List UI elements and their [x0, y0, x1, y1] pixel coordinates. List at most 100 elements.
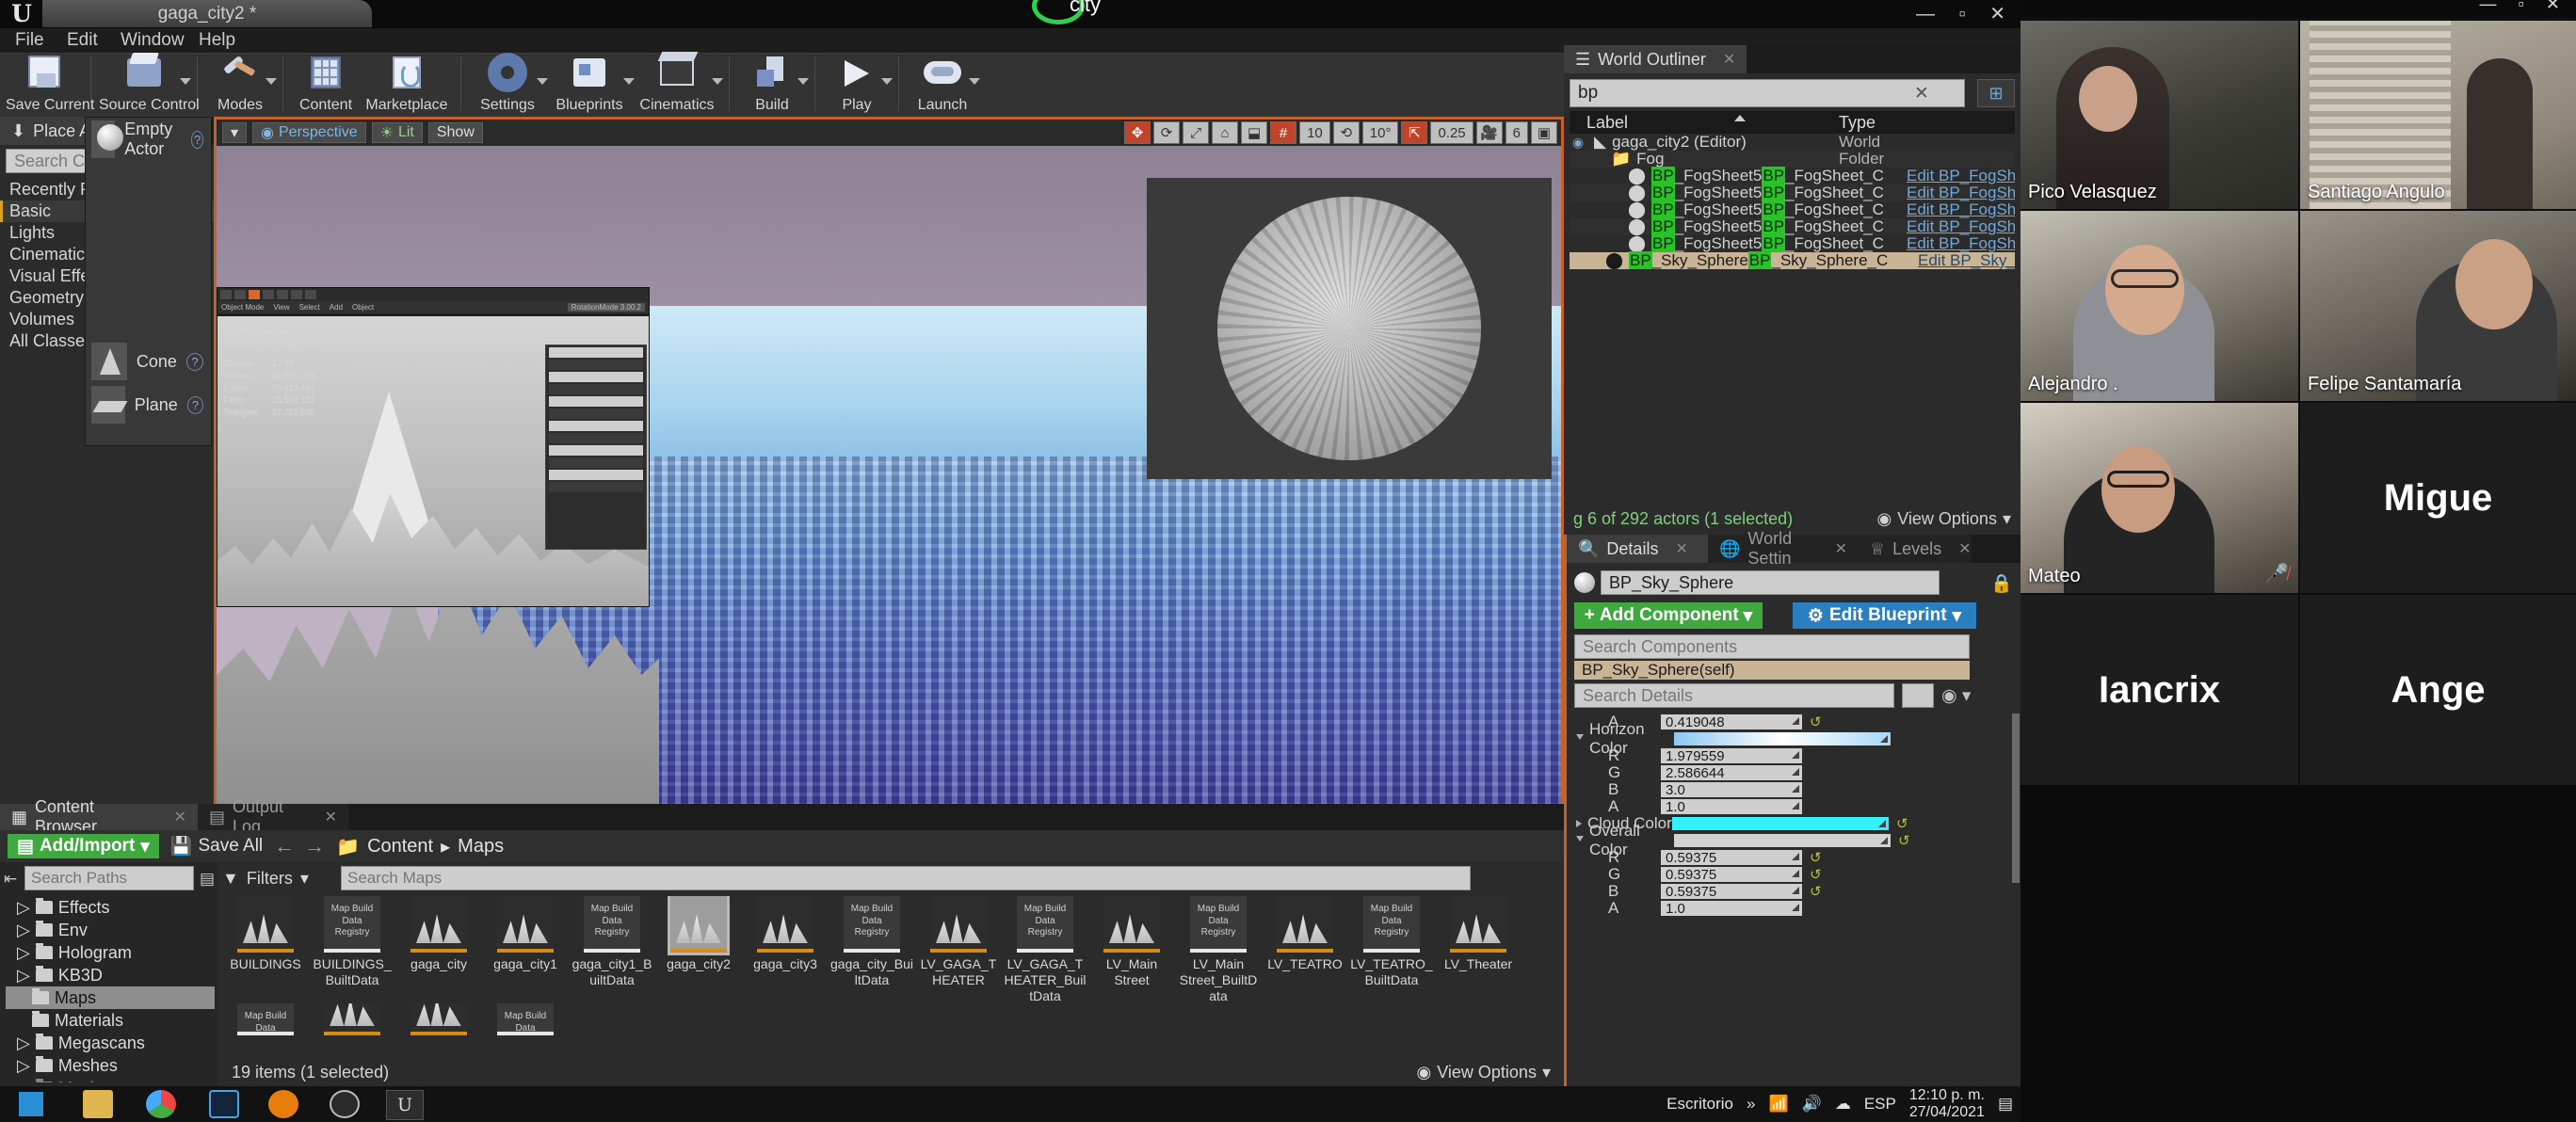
rotation-snap-toggle[interactable]: ⟲	[1332, 121, 1360, 144]
property-row[interactable]: Horizon Color	[1567, 720, 2021, 757]
clock[interactable]: 12:10 p. m. 27/04/2021	[1909, 1087, 1985, 1122]
tree-item-meshes[interactable]: ▷ Meshes	[6, 1054, 215, 1077]
tree-item-kb3d[interactable]: ▷ KB3D	[6, 964, 215, 986]
surface-snap-icon[interactable]: ⬓	[1241, 121, 1268, 144]
eye-icon[interactable]: ◉	[1570, 135, 1586, 151]
toolbar-blueprints[interactable]: Blueprints	[546, 54, 635, 118]
name-tile[interactable]: Migue	[2300, 403, 2576, 593]
property-value[interactable]: 0.59375	[1661, 884, 1802, 900]
tab-world-settings[interactable]: 🌐 World Settin ✕	[1708, 529, 1859, 568]
onedrive-icon[interactable]: ☁	[1835, 1095, 1851, 1114]
asset-item[interactable]	[311, 1003, 394, 1036]
tree-item-materials[interactable]: Materials	[6, 1009, 215, 1032]
blender-menu-select[interactable]: Select	[299, 303, 320, 312]
rotate-tool-icon[interactable]: ⟳	[1153, 121, 1181, 144]
revert-icon[interactable]: ↺	[1810, 883, 1822, 900]
revert-icon[interactable]: ↺	[1896, 815, 1908, 832]
unreal-icon[interactable]: U	[386, 1090, 424, 1120]
chevron-down-icon[interactable]	[881, 78, 893, 85]
help-icon[interactable]: ?	[191, 130, 203, 149]
coordinate-system-icon[interactable]: ⌂	[1212, 121, 1239, 144]
search-details-input[interactable]: Search Details	[1574, 683, 1894, 708]
menu-item-window[interactable]: Window	[115, 31, 190, 50]
expand-icon[interactable]: ▷	[17, 1034, 30, 1053]
breadcrumb-maps[interactable]: Maps	[458, 836, 504, 858]
help-icon[interactable]: ?	[185, 352, 203, 371]
overall-color-swatch[interactable]	[1674, 834, 1891, 847]
expand-icon[interactable]: ▷	[17, 1079, 30, 1083]
asset-item[interactable]: Map Build Data Registry gaga_city_BuiltD…	[830, 896, 913, 1003]
list-item[interactable]: Cone ?	[86, 340, 211, 383]
revert-icon[interactable]: ↺	[1810, 849, 1822, 866]
help-icon[interactable]: ?	[186, 395, 203, 414]
asset-item[interactable]: LV_GAGA_THEATER	[917, 896, 1000, 1003]
tree-item-effects[interactable]: ▷ Effects	[6, 896, 215, 919]
table-row[interactable]: ⬤ BP_FogSheet5BP_FogSheet_C Edit BP_FogS…	[1570, 217, 2015, 235]
property-row[interactable]: R 0.59375 ↺	[1567, 848, 2021, 866]
tree-item-hologram[interactable]: ▷ Hologram	[6, 941, 215, 964]
column-type[interactable]: Type	[1839, 113, 1876, 133]
viewport-lit-button[interactable]: ☀ Lit	[371, 122, 423, 143]
revert-icon[interactable]: ↺	[1810, 713, 1822, 730]
table-row[interactable]: ⬤ BP_FogSheet5BP_FogSheet_C Edit BP_FogS…	[1570, 234, 2015, 252]
row-edit-link[interactable]: Edit BP_FogShe	[1907, 200, 2015, 219]
expand-icon[interactable]	[1576, 836, 1584, 845]
asset-item[interactable]: Map Build Data Registry LV_GAGA_THEATER_…	[1004, 896, 1087, 1003]
revert-icon[interactable]: ↺	[1810, 866, 1822, 883]
menu-item-edit[interactable]: Edit	[61, 31, 104, 50]
translate-tool-icon[interactable]: ✥	[1124, 121, 1151, 144]
asset-item[interactable]: gaga_city1	[484, 896, 567, 1003]
expand-icon[interactable]	[1576, 734, 1584, 744]
outliner-view-options-button[interactable]: ◉ View Options ▾	[1877, 509, 2012, 529]
camera-speed-value[interactable]: 6	[1505, 121, 1528, 144]
collapse-paths-icon[interactable]: ⇤	[4, 870, 17, 889]
toolbar-cinematics[interactable]: Cinematics	[633, 54, 723, 118]
toolbar-play[interactable]: Play	[823, 54, 893, 118]
property-row[interactable]: B 3.0	[1567, 780, 2021, 798]
add-component-button[interactable]: + Add Component ▾	[1574, 602, 1763, 629]
chevron-down-icon[interactable]	[797, 78, 809, 85]
table-row[interactable]: ⬤ BPBP_FogSheet5_FogSheet5BP_FogSheet_C …	[1570, 167, 2015, 185]
search-components-input[interactable]: Search Components	[1574, 634, 1970, 659]
property-value[interactable]: 1.0	[1661, 901, 1802, 917]
filters-button[interactable]: ▼ Filters ▾	[222, 866, 309, 890]
forward-icon[interactable]: →	[304, 834, 325, 858]
close-icon[interactable]: ✕	[325, 808, 337, 826]
search-assets-input[interactable]: Search Maps	[341, 866, 1471, 890]
content-view-options-button[interactable]: ◉ View Options ▾	[1417, 1063, 1552, 1082]
toolbar-settings[interactable]: Settings	[469, 54, 548, 118]
details-view-options-icon[interactable]: ◉ ▾	[1941, 685, 1971, 707]
property-row[interactable]: G 2.586644	[1567, 763, 2021, 781]
toolbar-marketplace[interactable]: Marketplace	[361, 54, 453, 118]
table-row[interactable]: ◉ ◣ gaga_city2 (Editor) World	[1570, 134, 2015, 151]
chevron-down-icon[interactable]	[712, 78, 723, 85]
asset-item[interactable]: Map Build Data Registry BUILDINGS_BuiltD…	[311, 896, 394, 1003]
property-value[interactable]: 0.59375	[1661, 867, 1802, 883]
actor-name-input[interactable]: BP_Sky_Sphere	[1601, 570, 1940, 595]
volume-icon[interactable]: 🔊	[1802, 1095, 1822, 1114]
zoom-window-controls[interactable]: — ▫ ✕	[2480, 0, 2568, 14]
video-tile[interactable]: Santiago Angulo	[2300, 21, 2576, 209]
lock-icon[interactable]: 🔒	[1990, 572, 2013, 595]
network-icon[interactable]: 📶	[1768, 1095, 1788, 1114]
tab-output-log[interactable]: ▤ Output Log ✕	[198, 797, 348, 836]
clear-search-icon[interactable]: ✕	[1910, 83, 1933, 104]
asset-item[interactable]: Map Build Data Registry LV_Main Street_B…	[1177, 896, 1260, 1003]
list-item[interactable]: Plane ?	[86, 383, 211, 426]
property-row[interactable]: A 1.0	[1567, 899, 2021, 917]
menu-item-file[interactable]: File	[9, 31, 50, 50]
property-value[interactable]: 0.419048	[1661, 714, 1802, 730]
video-tile[interactable]: Mateo 🎤̸	[2021, 403, 2298, 593]
row-edit-link[interactable]: Edit BP_FogShe	[1907, 167, 2015, 185]
table-row[interactable]: ⬤ BP_FogSheet5BP_FogSheet_C Edit BP_FogS…	[1570, 184, 2015, 201]
start-icon[interactable]	[19, 1092, 43, 1116]
name-tile[interactable]: Ange	[2300, 595, 2576, 785]
blender-window-overlay[interactable]: Object Mode View Select Add Object Rotat…	[217, 287, 650, 607]
viewport-options-button[interactable]: ▾	[222, 122, 248, 143]
tree-item-maps[interactable]: Maps	[6, 986, 215, 1009]
tree-item-movies[interactable]: ▷ Movies	[6, 1077, 215, 1082]
cloud-color-swatch[interactable]	[1672, 817, 1889, 830]
level-viewport[interactable]: Object Mode View Select Add Object Rotat…	[214, 117, 1564, 807]
chevron-down-icon[interactable]	[266, 78, 277, 85]
property-value[interactable]: 0.59375	[1661, 850, 1802, 866]
